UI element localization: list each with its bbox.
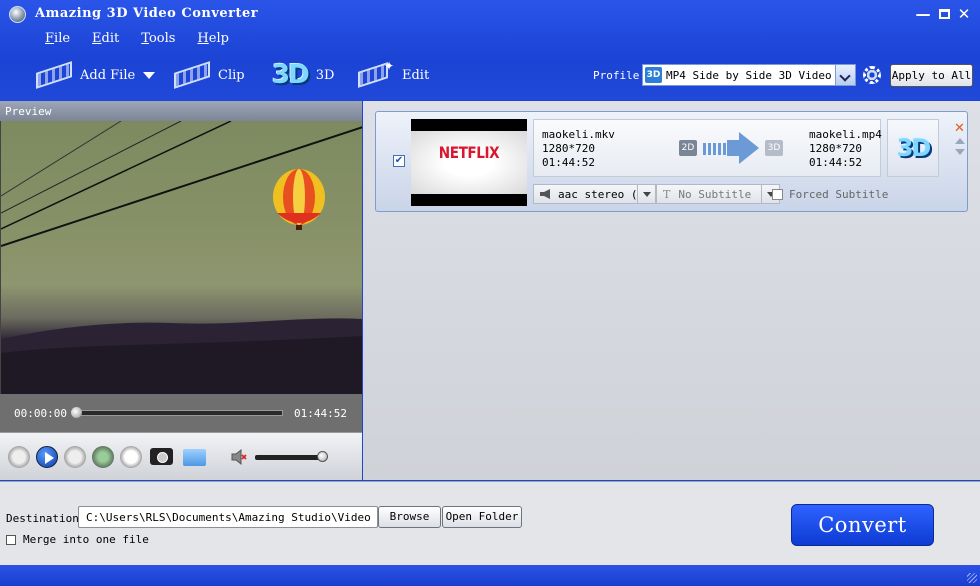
profile-select[interactable]: 3D MP4 Side by Side 3D Video ( xyxy=(642,64,856,86)
add-file-label: Add File xyxy=(80,67,136,83)
browse-button[interactable]: Browse xyxy=(378,506,441,528)
three-d-logo-icon: 3D xyxy=(272,60,310,90)
file-info-box: maokeli.mkv 1280*720 01:44:52 2D 3D maok… xyxy=(533,119,882,177)
preview-video xyxy=(0,121,362,394)
menu-help[interactable]: Help xyxy=(197,31,229,46)
mute-speaker-button[interactable] xyxy=(230,448,248,466)
seek-bar-area: 00:00:00 01:44:52 xyxy=(0,394,362,432)
source-resolution: 1280*720 xyxy=(542,142,595,155)
clip-label: Clip xyxy=(218,67,245,83)
open-folder-button[interactable]: Open Folder xyxy=(442,506,522,528)
volume-slider[interactable] xyxy=(255,455,323,460)
menu-file[interactable]: File xyxy=(45,31,70,46)
play-button[interactable] xyxy=(36,446,58,468)
fast-forward-button[interactable] xyxy=(64,446,86,468)
three-d-label: 3D xyxy=(315,67,335,83)
text-t-icon: T xyxy=(663,187,671,201)
audio-track-value: aac stereo ( xyxy=(558,187,638,201)
file-item[interactable]: ✔ NETFLIX maokeli.mkv 1280*720 01:44:52 … xyxy=(375,111,968,212)
add-file-button[interactable]: Add File xyxy=(34,58,156,92)
add-file-icon xyxy=(34,59,76,91)
source-info: maokeli.mkv 1280*720 01:44:52 xyxy=(542,128,615,170)
move-down-icon[interactable] xyxy=(955,149,965,155)
speaker-icon xyxy=(540,189,550,199)
audio-dropdown-icon[interactable] xyxy=(637,185,655,203)
volume-handle[interactable] xyxy=(317,451,328,462)
menu-tools[interactable]: Tools xyxy=(141,31,175,46)
apply-to-all-button[interactable]: Apply to All xyxy=(890,64,973,87)
forced-subtitle-checkbox[interactable] xyxy=(772,189,783,200)
minimize-button[interactable]: — xyxy=(913,4,933,24)
profile-dropdown-icon[interactable] xyxy=(835,65,855,85)
destination-label: Destination: xyxy=(6,512,86,525)
snapshot-camera-button[interactable] xyxy=(150,448,173,465)
seek-handle[interactable] xyxy=(71,407,82,418)
audio-track-select[interactable]: aac stereo ( xyxy=(533,184,656,204)
menu-bar: File Edit Tools Help xyxy=(45,31,251,46)
hot-air-balloon-icon xyxy=(273,169,325,230)
app-logo-icon xyxy=(9,6,26,23)
stop-button[interactable] xyxy=(92,446,114,468)
file-list: ✔ NETFLIX maokeli.mkv 1280*720 01:44:52 … xyxy=(363,101,980,480)
subtitle-select[interactable]: T No Subtitle xyxy=(656,184,780,204)
source-filename: maokeli.mkv xyxy=(542,128,615,141)
playback-controls xyxy=(0,432,362,480)
profile-label: Profile: xyxy=(593,69,646,82)
convert-arrow-body xyxy=(727,140,739,156)
seek-slider[interactable] xyxy=(73,410,283,416)
speaker-mute-icon xyxy=(231,448,247,466)
file-thumbnail: NETFLIX xyxy=(411,119,527,206)
add-file-dropdown-icon[interactable] xyxy=(143,71,156,79)
subtitle-value: No Subtitle xyxy=(678,187,752,201)
move-up-icon[interactable] xyxy=(955,138,965,144)
settings-gear-icon[interactable] xyxy=(863,66,881,84)
edit-button[interactable]: ✦ Edit xyxy=(356,58,429,92)
resize-grip-icon[interactable] xyxy=(967,573,977,583)
output-resolution: 1280*720 xyxy=(809,142,862,155)
remove-file-close-icon[interactable]: ✕ xyxy=(953,122,966,135)
status-bar xyxy=(0,565,980,586)
output-info: maokeli.mp4 1280*720 01:44:52 xyxy=(809,128,882,170)
three-d-button[interactable]: 3D 3D xyxy=(272,58,334,92)
merge-checkbox[interactable] xyxy=(6,534,16,545)
forced-subtitle-label: Forced Subtitle xyxy=(789,188,889,201)
total-time: 01:44:52 xyxy=(294,407,347,420)
three-d-badge-icon: 3D xyxy=(896,134,932,162)
merge-option[interactable]: Merge into one file xyxy=(6,533,149,546)
edit-label: Edit xyxy=(402,67,430,83)
output-duration: 01:44:52 xyxy=(809,156,862,169)
clip-icon xyxy=(172,59,214,91)
output-panel: Destination: C:\Users\RLS\Documents\Amaz… xyxy=(0,481,980,565)
convert-arrow-icon xyxy=(703,143,727,155)
badge-3d: 3D xyxy=(765,140,783,156)
current-time: 00:00:00 xyxy=(14,407,67,420)
menu-edit[interactable]: Edit xyxy=(92,31,119,46)
profile-value: MP4 Side by Side 3D Video ( xyxy=(666,68,835,82)
convert-button[interactable]: Convert xyxy=(791,504,934,546)
three-d-settings-button[interactable]: 3D xyxy=(887,119,939,177)
profile-3d-icon: 3D xyxy=(645,67,662,83)
preview-frame xyxy=(1,121,362,394)
merge-label: Merge into one file xyxy=(23,533,149,546)
thumbnail-netflix-logo: NETFLIX xyxy=(438,143,500,162)
file-checkbox[interactable]: ✔ xyxy=(393,155,405,167)
snapshot-folder-button[interactable] xyxy=(183,449,206,466)
source-duration: 01:44:52 xyxy=(542,156,595,169)
maximize-icon xyxy=(938,9,950,19)
destination-field[interactable]: C:\Users\RLS\Documents\Amazing Studio\Vi… xyxy=(78,506,378,528)
close-button[interactable]: ✕ xyxy=(954,4,974,24)
next-frame-button[interactable] xyxy=(120,446,142,468)
convert-arrow-head xyxy=(739,132,759,164)
clip-button[interactable]: Clip xyxy=(172,58,245,92)
edit-icon: ✦ xyxy=(356,59,398,91)
window-title: Amazing 3D Video Converter xyxy=(35,6,259,21)
output-filename: maokeli.mp4 xyxy=(809,128,882,141)
rewind-button[interactable] xyxy=(8,446,30,468)
forced-subtitle-toggle[interactable]: Forced Subtitle xyxy=(772,188,888,201)
badge-2d: 2D xyxy=(679,140,697,156)
maximize-button[interactable] xyxy=(934,4,954,24)
preview-header: Preview xyxy=(0,101,362,121)
